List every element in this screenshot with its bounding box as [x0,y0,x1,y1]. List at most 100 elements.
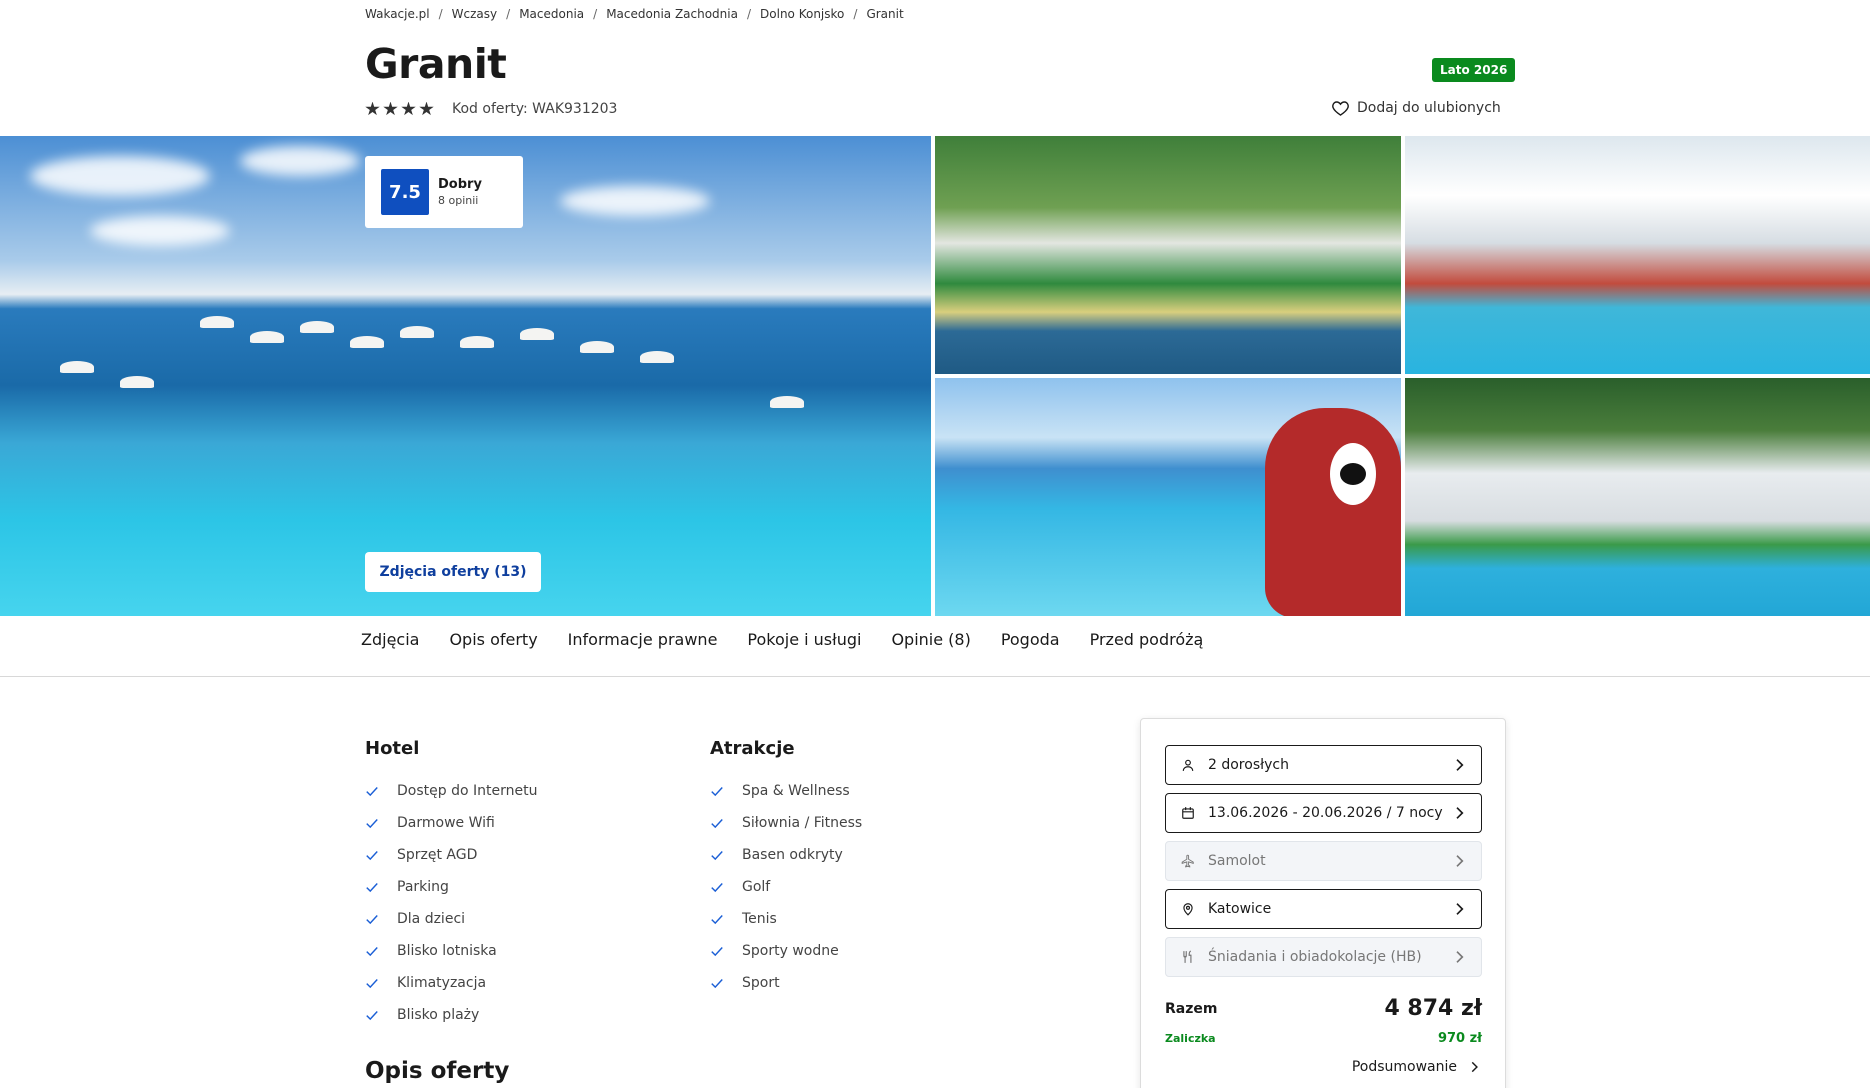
breadcrumb-item-hotel[interactable]: Granit [866,7,903,21]
tab-legal-info[interactable]: Informacje prawne [568,630,718,649]
rating-label: Dobry [438,177,482,192]
chevron-right-icon [1471,1061,1478,1073]
breadcrumb-item-country[interactable]: Macedonia [519,7,584,21]
tab-reviews[interactable]: Opinie (8) [891,630,970,649]
tab-weather[interactable]: Pogoda [1001,630,1060,649]
amenity-label: Spa & Wellness [742,783,850,799]
check-icon [711,915,723,925]
dates-value: 13.06.2026 - 20.06.2026 / 7 nocy [1208,805,1443,821]
section-tabs: Zdjęcia Opis oferty Informacje prawne Po… [361,630,1203,649]
total-label: Razem [1165,1000,1218,1017]
tab-description[interactable]: Opis oferty [449,630,537,649]
add-to-favorites-button[interactable]: Dodaj do ulubionych [1332,100,1501,116]
attractions-list: Spa & Wellness Siłownia / Fitness Basen od… [710,775,862,999]
star-icon [365,101,380,116]
breadcrumb-separator: / [593,7,598,21]
tab-rooms-services[interactable]: Pokoje i usługi [747,630,861,649]
star-icon [401,101,416,116]
hotel-amenities-list: Dostęp do Internetu Darmowe Wifi Sprzęt AG… [365,775,537,1031]
amenity-label: Sprzęt AGD [397,847,478,863]
amenity-label: Golf [742,879,771,895]
chevron-right-icon [1456,759,1464,771]
offer-code: Kod oferty: WAK931203 [452,101,618,117]
amenity-label: Darmowe Wifi [397,815,495,831]
amenity-label: Tenis [742,911,777,927]
hotel-stars [365,101,434,117]
calendar-icon [1180,805,1196,821]
season-badge: Lato 2026 [1432,58,1516,82]
transport-value: Samolot [1208,853,1266,869]
star-icon [419,101,434,116]
cutlery-icon [1180,949,1196,965]
amenity-label: Parking [397,879,449,895]
thumbnail-photo[interactable] [1405,378,1870,616]
list-item: Klimatyzacja [365,967,537,999]
check-icon [711,787,723,797]
breadcrumb-item-region[interactable]: Macedonia Zachodnia [606,7,738,21]
amenity-label: Sporty wodne [742,943,839,959]
guests-selector[interactable]: 2 dorosłych [1165,745,1482,785]
board-selector[interactable]: Śniadania i obiadokolacje (HB) [1165,937,1482,977]
rating-card[interactable]: 7.5 Dobry 8 opinii [365,156,523,228]
tab-before-trip[interactable]: Przed podróżą [1090,630,1204,649]
offer-photos-button[interactable]: Zdjęcia oferty (13) [365,552,541,592]
list-item: Sport [710,967,862,999]
list-item: Tenis [710,903,862,935]
departure-value: Katowice [1208,901,1272,917]
breadcrumb-separator: / [746,7,752,21]
check-icon [711,979,723,989]
board-value: Śniadania i obiadokolacje (HB) [1208,949,1422,965]
departure-selector[interactable]: Katowice [1165,889,1482,929]
amenity-label: Blisko plaży [397,1007,480,1023]
breadcrumb-item-type[interactable]: Wczasy [452,7,497,21]
list-item: Darmowe Wifi [365,807,537,839]
amenity-label: Basen odkryty [742,847,843,863]
check-icon [366,947,378,957]
attractions-title: Atrakcje [710,738,795,759]
deposit-row: Zaliczka 970 zł [1165,1031,1482,1046]
thumbnail-photo[interactable] [935,378,1401,616]
amenity-label: Dla dzieci [397,911,466,927]
guests-value: 2 dorosłych [1208,757,1289,773]
check-icon [711,819,723,829]
heart-icon [1332,101,1349,116]
list-item: Dla dzieci [365,903,537,935]
description-heading: Opis oferty [365,1058,510,1084]
breadcrumb-item-city[interactable]: Dolno Konjsko [760,7,844,21]
list-item: Parking [365,871,537,903]
star-icon [383,101,398,116]
chevron-right-icon [1456,951,1464,963]
list-item: Siłownia / Fitness [710,807,862,839]
breadcrumb-separator: / [853,7,858,21]
thumbnail-photo[interactable] [935,136,1401,374]
airplane-icon [1180,853,1196,869]
check-icon [366,819,378,829]
tab-photos[interactable]: Zdjęcia [361,630,419,649]
breadcrumb-item-home[interactable]: Wakacje.pl [365,7,430,21]
check-icon [366,883,378,893]
breadcrumb-separator: / [506,7,511,21]
hotel-meta: Kod oferty: WAK931203 [365,98,617,120]
transport-selector[interactable]: Samolot [1165,841,1482,881]
list-item: Basen odkryty [710,839,862,871]
amenity-label: Blisko lotniska [397,943,497,959]
favorite-label: Dodaj do ulubionych [1357,100,1501,116]
check-icon [711,883,723,893]
chevron-right-icon [1456,807,1464,819]
booking-panel: 2 dorosłych 13.06.2026 - 20.06.2026 / 7 … [1140,718,1506,1088]
amenity-label: Dostęp do Internetu [397,783,538,799]
rating-score: 7.5 [381,169,429,215]
list-item: Blisko plaży [365,999,537,1031]
breadcrumb-separator: / [438,7,443,21]
hotel-amenities-title: Hotel [365,738,420,759]
tabs-divider [0,676,1870,677]
thumbnail-photo[interactable] [1405,136,1870,374]
total-price: 4 874 zł [1384,996,1482,1021]
summary-button[interactable]: Podsumowanie [1352,1059,1481,1075]
dates-selector[interactable]: 13.06.2026 - 20.06.2026 / 7 nocy [1165,793,1482,833]
check-icon [711,947,723,957]
location-pin-icon [1180,901,1196,917]
breadcrumb: Wakacje.pl / Wczasy / Macedonia / Macedonia… [365,6,1505,22]
check-icon [366,915,378,925]
total-row: Razem 4 874 zł [1165,996,1482,1021]
